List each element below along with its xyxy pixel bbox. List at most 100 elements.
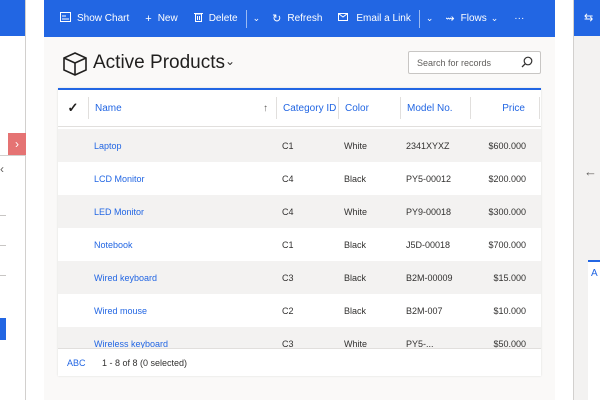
plus-icon: + — [145, 12, 152, 25]
refresh-icon: ↻ — [272, 13, 282, 25]
color-cell: White — [344, 338, 368, 349]
category-cell: C4 — [282, 206, 294, 217]
category-cell: C1 — [282, 239, 294, 250]
view-selector-chevron-icon[interactable]: ⌄ — [225, 54, 235, 68]
product-name-link[interactable]: LED Monitor — [88, 207, 276, 217]
delete-label: Delete — [208, 13, 238, 24]
product-name-link[interactable]: Wired keyboard — [88, 273, 276, 283]
color-cell: Black — [344, 239, 367, 250]
model-cell: PY5-... — [406, 338, 434, 349]
color-cell: White — [344, 206, 368, 217]
flows-label: Flows — [460, 13, 487, 24]
color-cell: White — [344, 140, 368, 151]
category-cell: C2 — [282, 305, 294, 316]
table-row[interactable]: Notebook C1 Black J5D-00018 $700.000 — [58, 228, 541, 261]
table-row[interactable]: Laptop C1 White 2341XYXZ $600.000 — [58, 129, 541, 162]
model-cell: PY5-00012 — [406, 173, 452, 184]
flows-button[interactable]: ⇝ Flows ⌄ — [437, 0, 506, 37]
model-cell: B2M-007 — [406, 305, 443, 316]
sort-ascending-icon: ↑ — [263, 102, 268, 114]
category-cell: C4 — [282, 173, 294, 184]
grid-footer: ABC 1 - 8 of 8 (0 selected) — [58, 348, 541, 376]
table-row[interactable]: LED Monitor C4 White PY9-00018 $300.000 — [58, 195, 541, 228]
color-cell: Black — [344, 305, 367, 316]
product-name-link[interactable]: Notebook — [88, 240, 276, 250]
more-commands-button[interactable]: ··· — [506, 0, 532, 37]
flow-icon[interactable]: ⇆ — [584, 12, 593, 24]
product-box-icon — [63, 52, 87, 76]
chevron-left-icon[interactable]: ‹ — [0, 162, 4, 176]
price-cell: $50.000 — [493, 338, 526, 349]
chart-icon — [60, 12, 71, 25]
column-label: Model No. — [407, 102, 453, 114]
column-header-color[interactable]: Color — [338, 97, 400, 119]
grid-rows: Laptop C1 White 2341XYXZ $600.000 LCD Mo… — [58, 129, 541, 360]
refresh-button[interactable]: ↻ Refresh — [264, 0, 330, 37]
product-name-link[interactable]: Wired mouse — [88, 306, 276, 316]
column-header-model[interactable]: Model No. — [400, 97, 470, 119]
model-cell: B2M-00009 — [406, 272, 453, 283]
category-cell: C3 — [282, 338, 294, 349]
chevron-down-icon: ⌄ — [490, 13, 499, 23]
price-cell: $200.000 — [488, 173, 526, 184]
jump-bar-button[interactable]: ABC — [58, 358, 102, 368]
table-row[interactable]: Wired mouse C2 Black B2M-007 $10.000 — [58, 294, 541, 327]
email-link-icon — [338, 12, 350, 25]
price-cell: $10.000 — [493, 305, 526, 316]
left-panel-button[interactable] — [0, 318, 6, 340]
category-cell: C3 — [282, 272, 294, 283]
column-label: Name — [95, 102, 122, 114]
price-cell: $15.000 — [493, 272, 526, 283]
divider — [0, 245, 6, 246]
divider — [245, 9, 247, 28]
flows-icon: ⇝ — [445, 13, 455, 25]
chevron-right-icon[interactable]: › — [8, 133, 26, 155]
show-chart-label: Show Chart — [77, 13, 130, 24]
column-label: Category ID — [283, 102, 337, 114]
column-header-category[interactable]: Category ID — [276, 97, 338, 119]
product-name-link[interactable]: Wireless keyboard — [88, 339, 276, 349]
chevron-down-icon[interactable]: ⌄ — [422, 13, 438, 24]
product-name-link[interactable]: Laptop — [88, 141, 276, 151]
price-cell: $700.000 — [488, 239, 526, 250]
delete-button[interactable]: Delete — [186, 0, 246, 37]
card-icon: A — [591, 268, 598, 279]
left-panel-topbar — [0, 0, 25, 36]
email-link-button[interactable]: Email a Link — [330, 0, 418, 37]
product-name-link[interactable]: LCD Monitor — [88, 174, 276, 184]
command-bar: Show Chart + New Delete ⌄ ↻ Refresh Emai… — [44, 0, 555, 37]
refresh-label: Refresh — [287, 13, 323, 24]
email-link-label: Email a Link — [356, 13, 411, 24]
grid-header: ✓ Name ↑ Category ID Color Model No. Pri… — [58, 90, 541, 127]
table-row[interactable]: LCD Monitor C4 Black PY5-00012 $200.000 — [58, 162, 541, 195]
model-cell: PY9-00018 — [406, 206, 452, 217]
left-adjacent-panel: › ‹ — [0, 0, 26, 400]
search-icon[interactable] — [521, 56, 533, 68]
model-cell: J5D-00018 — [406, 239, 451, 250]
right-adjacent-panel: ⇆ ← A — [573, 0, 600, 400]
model-cell: 2341XYXZ — [406, 140, 450, 151]
trash-icon — [193, 12, 203, 25]
main-window: Show Chart + New Delete ⌄ ↻ Refresh Emai… — [44, 0, 555, 400]
column-header-price[interactable]: Price — [470, 97, 540, 119]
view-header: Active Products ⌄ — [44, 37, 555, 87]
chevron-down-icon[interactable]: ⌄ — [249, 13, 265, 24]
more-label: ··· — [514, 13, 525, 24]
table-row[interactable]: Wired keyboard C3 Black B2M-00009 $15.00… — [58, 261, 541, 294]
records-grid: ✓ Name ↑ Category ID Color Model No. Pri… — [58, 88, 541, 376]
search-input[interactable] — [409, 52, 509, 73]
back-arrow-icon[interactable]: ← — [584, 164, 597, 179]
color-cell: Black — [344, 173, 367, 184]
divider — [418, 9, 420, 28]
search-box[interactable] — [408, 51, 541, 74]
new-label: New — [157, 13, 178, 24]
view-title[interactable]: Active Products — [93, 52, 225, 74]
new-button[interactable]: + New — [137, 0, 185, 37]
column-header-name[interactable]: Name ↑ — [88, 97, 276, 119]
right-panel-card: A — [588, 260, 600, 400]
show-chart-button[interactable]: Show Chart — [52, 0, 137, 37]
column-label: Price — [502, 102, 525, 114]
record-count: 1 - 8 of 8 (0 selected) — [102, 357, 188, 368]
price-cell: $300.000 — [488, 206, 526, 217]
select-all-checkmark-icon[interactable]: ✓ — [58, 100, 88, 116]
